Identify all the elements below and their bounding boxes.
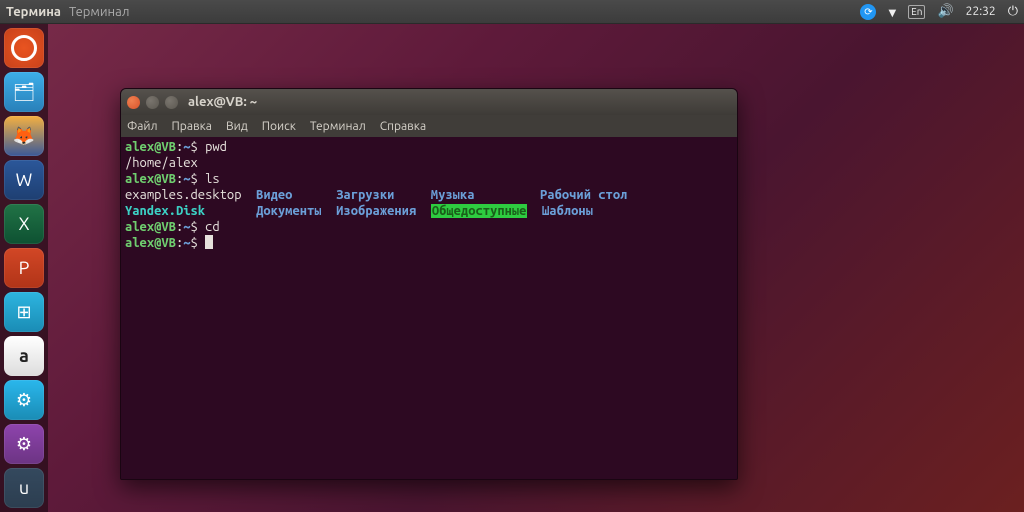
launcher-settings2-icon[interactable]: ⚙ bbox=[4, 424, 44, 464]
menu-file[interactable]: Файл bbox=[127, 120, 158, 133]
terminal-window: alex@VB: ~ Файл Правка Вид Поиск Термина… bbox=[120, 88, 738, 480]
terminal-output: /home/alex bbox=[125, 155, 733, 171]
indicator-keyboard-layout[interactable]: En bbox=[902, 0, 931, 24]
indicator-network-icon[interactable] bbox=[882, 0, 902, 24]
indicator-power-icon[interactable]: ⏻ bbox=[1002, 0, 1024, 24]
launcher-impress-icon[interactable]: P bbox=[4, 248, 44, 288]
launcher-usb-icon[interactable]: u bbox=[4, 468, 44, 508]
menu-help[interactable]: Справка bbox=[380, 120, 426, 133]
launcher-calc-icon[interactable]: X bbox=[4, 204, 44, 244]
window-minimize-icon[interactable] bbox=[146, 96, 159, 109]
window-titlebar[interactable]: alex@VB: ~ bbox=[121, 89, 737, 115]
terminal-current-line[interactable]: alex@VB:~$ bbox=[125, 235, 733, 251]
menu-search[interactable]: Поиск bbox=[262, 120, 296, 133]
unity-launcher: 🗂 🦊 W X P ⊞ a ⚙ ⚙ u bbox=[0, 24, 48, 512]
terminal-line: alex@VB:~$ ls bbox=[125, 171, 733, 187]
window-close-icon[interactable] bbox=[127, 96, 140, 109]
top-panel: Термина Терминал ⟳ En 🔊 22:32 ⏻ bbox=[0, 0, 1024, 24]
launcher-dash-icon[interactable] bbox=[4, 28, 44, 68]
launcher-amazon-icon[interactable]: a bbox=[4, 336, 44, 376]
top-app-truncated: Термина bbox=[0, 5, 67, 19]
terminal-line: alex@VB:~$ pwd bbox=[125, 139, 733, 155]
menu-edit[interactable]: Правка bbox=[172, 120, 212, 133]
terminal-menubar: Файл Правка Вид Поиск Терминал Справка bbox=[121, 115, 737, 137]
menu-view[interactable]: Вид bbox=[226, 120, 248, 133]
launcher-software-icon[interactable]: ⊞ bbox=[4, 292, 44, 332]
menu-terminal[interactable]: Терминал bbox=[310, 120, 366, 133]
indicator-sound-icon[interactable]: 🔊 bbox=[931, 0, 959, 24]
indicator-cloud-icon[interactable]: ⟳ bbox=[854, 0, 882, 24]
launcher-writer-icon[interactable]: W bbox=[4, 160, 44, 200]
cursor-icon bbox=[205, 235, 213, 249]
terminal-body[interactable]: alex@VB:~$ pwd /home/alex alex@VB:~$ ls … bbox=[121, 137, 737, 479]
launcher-firefox-icon[interactable]: 🦊 bbox=[4, 116, 44, 156]
indicator-clock[interactable]: 22:32 bbox=[960, 0, 1002, 24]
launcher-files-icon[interactable]: 🗂 bbox=[4, 72, 44, 112]
ls-output-row: examples.desktop Видео Загрузки Музыка Р… bbox=[125, 187, 733, 203]
window-title: alex@VB: ~ bbox=[188, 95, 257, 109]
window-maximize-icon[interactable] bbox=[165, 96, 178, 109]
terminal-line: alex@VB:~$ cd bbox=[125, 219, 733, 235]
top-app-label[interactable]: Терминал bbox=[67, 5, 129, 19]
launcher-settings-icon[interactable]: ⚙ bbox=[4, 380, 44, 420]
ls-output-row: Yandex.Disk Документы Изображения Общедо… bbox=[125, 203, 733, 219]
